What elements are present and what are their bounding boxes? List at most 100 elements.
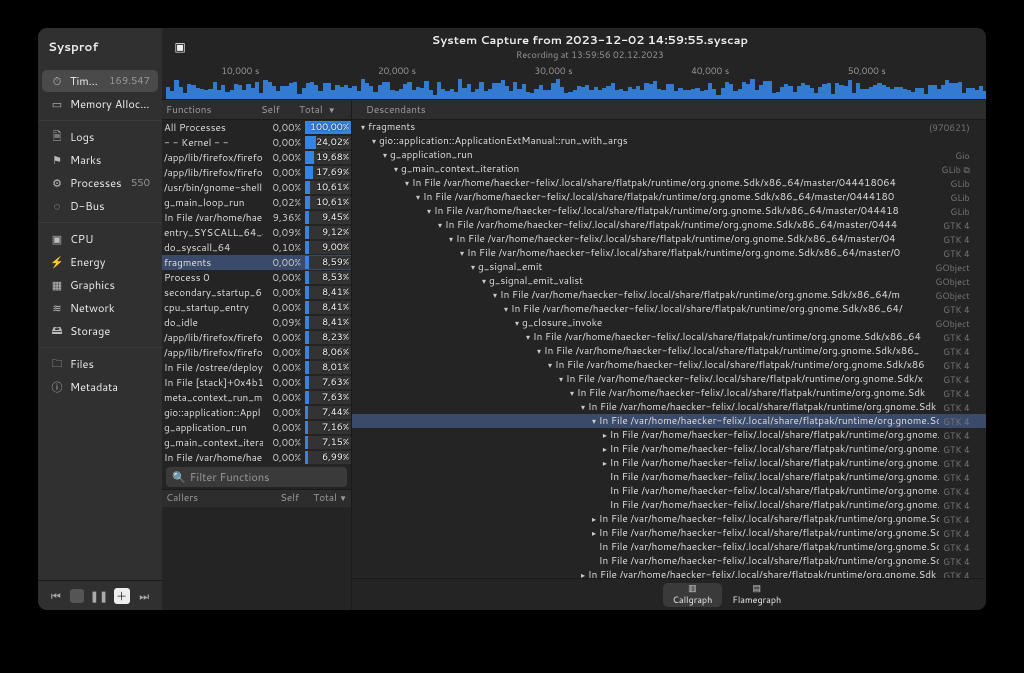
functions-list[interactable]: All Processes0,00%100,00%- - Kernel - -0… bbox=[162, 120, 351, 465]
descendant-row[interactable]: ▾gio::application::ApplicationExtManual:… bbox=[352, 134, 986, 148]
function-row[interactable]: - - Kernel - -0,00%24,02% bbox=[162, 135, 351, 150]
row-expander-icon[interactable]: ▾ bbox=[589, 415, 599, 427]
descendant-row[interactable]: ▾In File /var/home/haecker-felix/.local/… bbox=[352, 176, 986, 190]
descendants-list[interactable]: ▾fragments(970621)0,00%8,59%14570▾gio::a… bbox=[352, 120, 986, 578]
row-expander-icon[interactable]: ▾ bbox=[556, 373, 566, 385]
function-row[interactable]: All Processes0,00%100,00% bbox=[162, 120, 351, 135]
sidebar-toggle-button[interactable]: ▣ bbox=[168, 34, 192, 58]
function-row[interactable]: gio::application::Appl0,00%7,44% bbox=[162, 405, 351, 420]
row-expander-icon[interactable]: ▾ bbox=[413, 191, 423, 203]
function-row[interactable]: /app/lib/firefox/firefo0,00%17,69% bbox=[162, 165, 351, 180]
row-expander-icon[interactable]: ▸ bbox=[600, 457, 610, 469]
row-expander-icon[interactable]: ▸ bbox=[578, 569, 588, 578]
callers-col-name[interactable]: Callers bbox=[166, 491, 261, 505]
row-expander-icon[interactable]: ▸ bbox=[600, 443, 610, 455]
row-expander-icon[interactable]: ▾ bbox=[567, 387, 577, 399]
descendant-row[interactable]: ▾In File /var/home/haecker-felix/.local/… bbox=[352, 400, 986, 414]
row-expander-icon[interactable]: ▾ bbox=[468, 261, 478, 273]
descendant-row[interactable]: ▾In File /var/home/haecker-felix/.local/… bbox=[352, 190, 986, 204]
descendant-row[interactable]: ▾In File /var/home/haecker-felix/.local/… bbox=[352, 246, 986, 260]
function-row[interactable]: meta_context_run_m0,00%7,63% bbox=[162, 390, 351, 405]
descendant-row[interactable]: ▾In File /var/home/haecker-felix/.local/… bbox=[352, 372, 986, 386]
descendant-row[interactable]: ▾In File /var/home/haecker-felix/.local/… bbox=[352, 386, 986, 400]
sidebar-item[interactable]: 🗀Files bbox=[42, 353, 158, 375]
descendant-row[interactable]: ▾g_signal_emitGObject0,00%0,94%1590 bbox=[352, 260, 986, 274]
sidebar-item[interactable]: ≋Network bbox=[42, 297, 158, 319]
descendant-row[interactable]: ▾In File /var/home/haecker-felix/.local/… bbox=[352, 302, 986, 316]
descendant-row[interactable]: ▸In File /var/home/haecker-felix/.local/… bbox=[352, 456, 986, 470]
descendant-row[interactable]: ▾In File /var/home/haecker-felix/.local/… bbox=[352, 344, 986, 358]
descendant-row[interactable]: ▸In File /var/home/haecker-felix/.local/… bbox=[352, 442, 986, 456]
function-row[interactable]: g_main_loop_run0,02%10,61% bbox=[162, 195, 351, 210]
function-row[interactable]: Process 00,00%8,53% bbox=[162, 270, 351, 285]
functions-col-self[interactable]: Self bbox=[261, 103, 299, 117]
row-expander-icon[interactable]: ▾ bbox=[578, 401, 588, 413]
function-row[interactable]: g_application_run0,00%7,16% bbox=[162, 420, 351, 435]
descendant-row[interactable]: ▸In File /var/home/haecker-felix/.local/… bbox=[352, 526, 986, 540]
function-row[interactable]: In File /var/home/hae9,36%9,45% bbox=[162, 210, 351, 225]
timeline[interactable]: 10,000 s20,000 s30,000 s40,000 s50,000 s… bbox=[162, 64, 986, 100]
function-row[interactable]: /usr/bin/gnome-shell0,00%10,61% bbox=[162, 180, 351, 195]
function-row[interactable]: In File /ostree/deploy0,00%8,01% bbox=[162, 360, 351, 375]
row-expander-icon[interactable]: ▾ bbox=[380, 149, 390, 161]
sidebar-item[interactable]: ⚙Processes550 bbox=[42, 172, 158, 194]
descendant-row[interactable]: ▸In File /var/home/haecker-felix/.local/… bbox=[352, 568, 986, 578]
function-row[interactable]: /app/lib/firefox/firefo0,00%8,23% bbox=[162, 330, 351, 345]
function-row[interactable]: fragments0,00%8,59% bbox=[162, 255, 351, 270]
descendant-row[interactable]: In File /var/home/haecker-felix/.local/s… bbox=[352, 540, 986, 554]
desc-col-self[interactable]: Self bbox=[966, 103, 986, 117]
function-row[interactable]: g_main_context_itera0,00%7,15% bbox=[162, 435, 351, 450]
descendant-row[interactable]: ▾In File /var/home/haecker-felix/.local/… bbox=[352, 218, 986, 232]
descendant-row[interactable]: ▾In File /var/home/haecker-felix/.local/… bbox=[352, 358, 986, 372]
descendant-row[interactable]: In File /var/home/haecker-felix/.local/s… bbox=[352, 498, 986, 512]
function-row[interactable]: cpu_startup_entry0,00%8,41% bbox=[162, 300, 351, 315]
rewind-button[interactable]: ⏮ bbox=[47, 587, 65, 605]
function-row[interactable]: do_idle0,09%8,41% bbox=[162, 315, 351, 330]
descendant-row[interactable]: ▾In File /var/home/haecker-felix/.local/… bbox=[352, 204, 986, 218]
descendant-row[interactable]: ▾g_main_context_iterationGLib ⧉0,00%7,15… bbox=[352, 162, 986, 176]
descendant-row[interactable]: ▾In File /var/home/haecker-felix/.local/… bbox=[352, 330, 986, 344]
descendant-row[interactable]: ▾In File /var/home/haecker-felix/.local/… bbox=[352, 232, 986, 246]
functions-col-total[interactable]: Total ▼ bbox=[299, 103, 347, 117]
row-expander-icon[interactable]: ▾ bbox=[479, 275, 489, 287]
row-expander-icon[interactable]: ▾ bbox=[512, 317, 522, 329]
function-row[interactable]: In File /var/home/hae0,00%6,99% bbox=[162, 450, 351, 465]
function-row[interactable]: do_syscall_640,10%9,00% bbox=[162, 240, 351, 255]
function-row[interactable]: /app/lib/firefox/firefo0,00%19,68% bbox=[162, 150, 351, 165]
function-row[interactable]: secondary_startup_60,00%8,41% bbox=[162, 285, 351, 300]
descendant-row[interactable]: ▾In File /var/home/haecker-felix/.local/… bbox=[352, 288, 986, 302]
row-expander-icon[interactable]: ▾ bbox=[402, 177, 412, 189]
add-button[interactable]: ＋ bbox=[114, 588, 130, 604]
functions-col-name[interactable]: Functions bbox=[166, 103, 261, 117]
descendant-row[interactable]: In File /var/home/haecker-felix/.local/s… bbox=[352, 470, 986, 484]
callgraph-tab[interactable]: ▥ Callgraph bbox=[663, 583, 723, 607]
row-expander-icon[interactable]: ▾ bbox=[457, 247, 467, 259]
row-expander-icon[interactable]: ▾ bbox=[435, 219, 445, 231]
sidebar-item[interactable]: 🖴Storage bbox=[42, 320, 158, 342]
row-expander-icon[interactable]: ▾ bbox=[523, 331, 533, 343]
sidebar-item[interactable]: ⚡Energy bbox=[42, 251, 158, 273]
row-expander-icon[interactable]: ▾ bbox=[545, 359, 555, 371]
descendant-row[interactable]: ▸In File /var/home/haecker-felix/.local/… bbox=[352, 428, 986, 442]
desc-col-name[interactable]: Descendants bbox=[356, 103, 966, 117]
row-expander-icon[interactable]: ▾ bbox=[534, 345, 544, 357]
sidebar-item[interactable]: ◌D-Bus bbox=[42, 195, 158, 217]
row-expander-icon[interactable]: ▾ bbox=[369, 135, 379, 147]
descendant-row[interactable]: ▾In File /var/home/haecker-felix/.local/… bbox=[352, 414, 986, 428]
row-expander-icon[interactable]: ▾ bbox=[424, 205, 434, 217]
filter-functions-input[interactable]: 🔍 Filter Functions bbox=[166, 467, 347, 487]
row-expander-icon[interactable]: ▾ bbox=[501, 303, 511, 315]
sidebar-item[interactable]: ⚑Marks bbox=[42, 149, 158, 171]
pause-button[interactable]: ❚❚ bbox=[90, 587, 108, 605]
row-expander-icon[interactable]: ▸ bbox=[589, 513, 599, 525]
flamegraph-tab[interactable]: ▤ Flamegraph bbox=[722, 583, 791, 607]
descendant-row[interactable]: In File /var/home/haecker-felix/.local/s… bbox=[352, 484, 986, 498]
descendant-row[interactable]: ▾g_closure_invokeGObject0,00%0,84%1420 bbox=[352, 316, 986, 330]
row-expander-icon[interactable]: ▾ bbox=[446, 233, 456, 245]
callers-col-self[interactable]: Self bbox=[261, 491, 299, 505]
function-row[interactable]: entry_SYSCALL_64_a0,09%9,12% bbox=[162, 225, 351, 240]
stop-button[interactable] bbox=[70, 589, 84, 603]
callers-col-total[interactable]: Total ▼ bbox=[299, 491, 347, 505]
descendant-row[interactable]: ▾g_application_runGio0,00%7,16%12132 bbox=[352, 148, 986, 162]
row-expander-icon[interactable]: ▸ bbox=[600, 429, 610, 441]
